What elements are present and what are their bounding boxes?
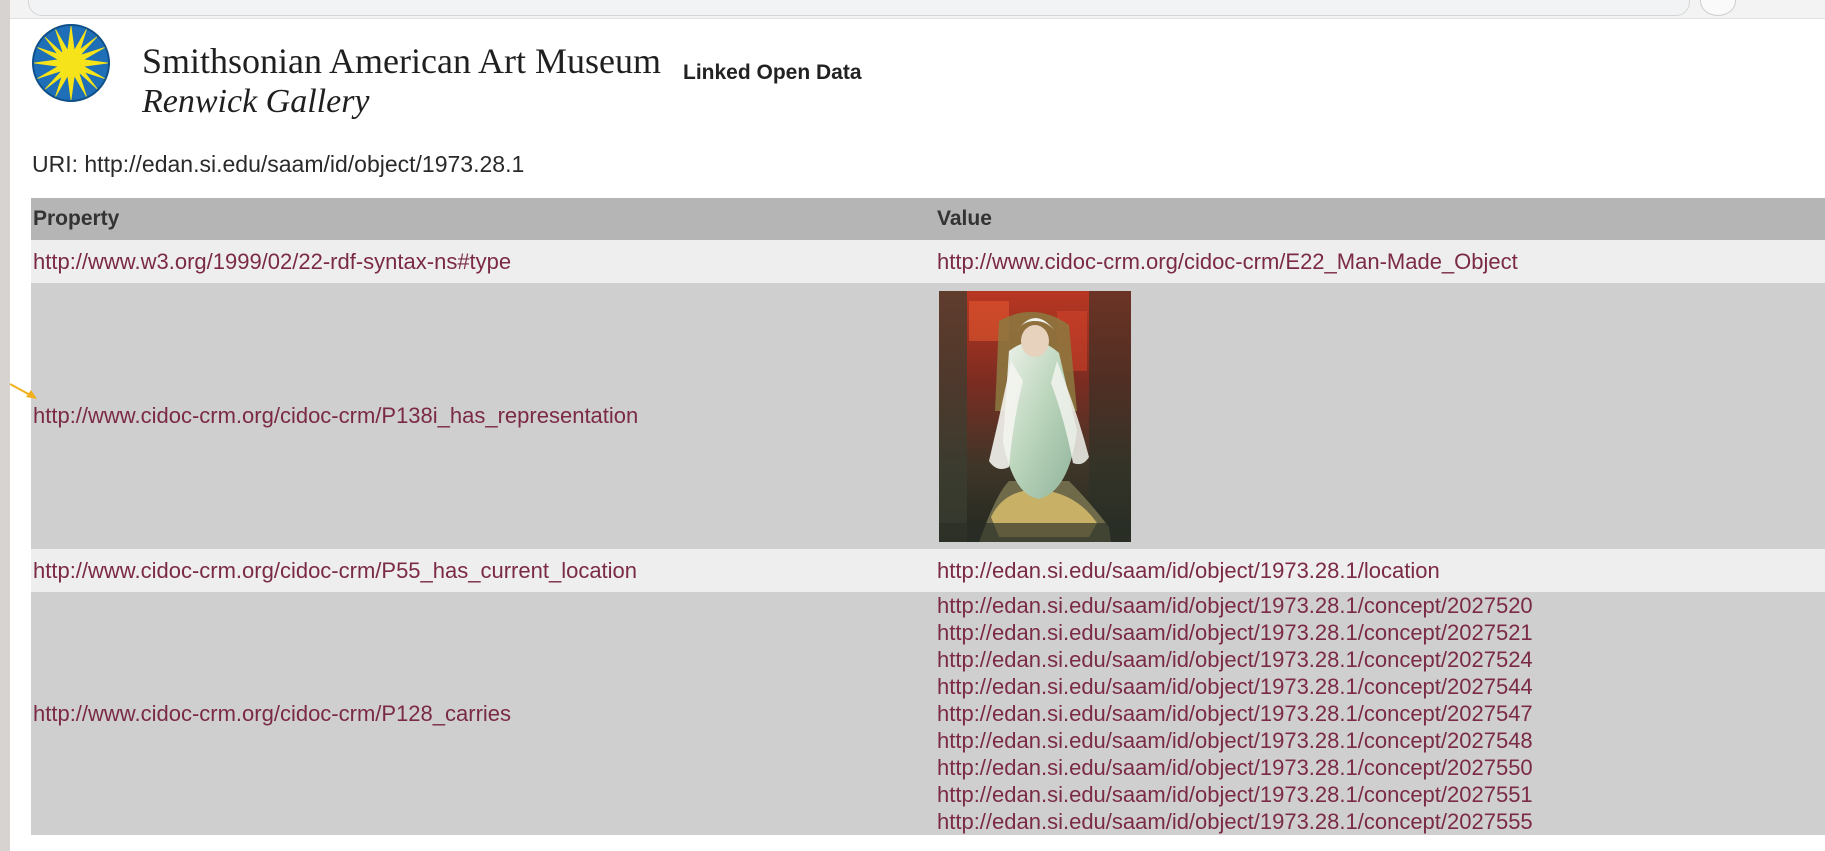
object-uri: URI: http://edan.si.edu/saam/id/object/1… <box>32 151 525 177</box>
property-cell: http://www.cidoc-crm.org/cidoc-crm/P138i… <box>31 283 935 549</box>
value-link[interactable]: http://edan.si.edu/saam/id/object/1973.2… <box>937 727 1825 754</box>
browser-control-button[interactable] <box>1700 0 1736 16</box>
property-cell: http://www.cidoc-crm.org/cidoc-crm/P55_h… <box>31 549 935 592</box>
museum-title: Smithsonian American Art Museum <box>142 41 661 81</box>
value-link[interactable]: http://edan.si.edu/saam/id/object/1973.2… <box>937 754 1825 781</box>
table-row: http://www.cidoc-crm.org/cidoc-crm/P128_… <box>31 592 1825 835</box>
value-link[interactable]: http://edan.si.edu/saam/id/object/1973.2… <box>937 781 1825 808</box>
property-cell: http://www.cidoc-crm.org/cidoc-crm/P128_… <box>31 592 935 835</box>
site-header: Smithsonian American Art Museum Renwick … <box>30 22 930 132</box>
property-cell: http://www.w3.org/1999/02/22-rdf-syntax-… <box>31 240 935 283</box>
gallery-title: Renwick Gallery <box>142 83 370 120</box>
table-header-row: Property Value <box>31 198 1825 240</box>
address-bar[interactable] <box>28 0 1690 16</box>
value-link[interactable]: http://edan.si.edu/saam/id/object/1973.2… <box>937 673 1825 700</box>
value-column-header: Value <box>935 198 1825 240</box>
value-link[interactable]: http://edan.si.edu/saam/id/object/1973.2… <box>937 700 1825 727</box>
value-link[interactable]: http://edan.si.edu/saam/id/object/1973.2… <box>937 808 1825 835</box>
annotation-arrow-icon <box>10 383 37 399</box>
value-link[interactable]: http://edan.si.edu/saam/id/object/1973.2… <box>937 558 1440 583</box>
linked-open-data-label: Linked Open Data <box>683 61 862 84</box>
value-cell: http://www.cidoc-crm.org/cidoc-crm/E22_M… <box>935 240 1825 283</box>
property-link[interactable]: http://www.cidoc-crm.org/cidoc-crm/P138i… <box>33 403 638 428</box>
property-link[interactable]: http://www.cidoc-crm.org/cidoc-crm/P128_… <box>33 701 511 726</box>
property-column-header: Property <box>31 198 935 240</box>
value-link[interactable]: http://edan.si.edu/saam/id/object/1973.2… <box>937 646 1825 673</box>
value-link[interactable]: http://edan.si.edu/saam/id/object/1973.2… <box>937 592 1825 619</box>
browser-toolbar <box>10 0 1825 19</box>
value-cell <box>935 283 1825 549</box>
property-link[interactable]: http://www.cidoc-crm.org/cidoc-crm/P55_h… <box>33 558 637 583</box>
table-row: http://www.w3.org/1999/02/22-rdf-syntax-… <box>31 240 1825 283</box>
value-link[interactable]: http://edan.si.edu/saam/id/object/1973.2… <box>937 619 1825 646</box>
value-cell: http://edan.si.edu/saam/id/object/1973.2… <box>935 592 1825 835</box>
smithsonian-sun-logo-icon[interactable] <box>30 22 112 104</box>
page: Smithsonian American Art Museum Renwick … <box>10 0 1825 851</box>
value-cell: http://edan.si.edu/saam/id/object/1973.2… <box>935 549 1825 592</box>
property-value-table: Property Value http://www.w3.org/1999/02… <box>31 198 1825 835</box>
artwork-thumbnail-image[interactable] <box>939 290 1131 542</box>
value-link[interactable]: http://www.cidoc-crm.org/cidoc-crm/E22_M… <box>937 249 1518 274</box>
property-link[interactable]: http://www.w3.org/1999/02/22-rdf-syntax-… <box>33 249 511 274</box>
table-row: http://www.cidoc-crm.org/cidoc-crm/P55_h… <box>31 549 1825 592</box>
table-row: http://www.cidoc-crm.org/cidoc-crm/P138i… <box>31 283 1825 549</box>
